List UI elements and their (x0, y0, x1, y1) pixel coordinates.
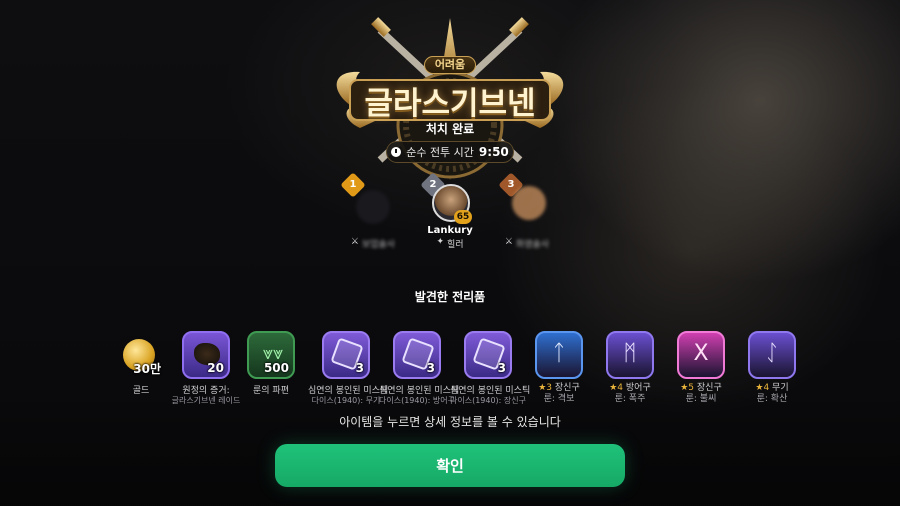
staff-icon: ✦ (436, 237, 444, 247)
rune-effect: 룬: 격보 (543, 394, 575, 404)
battle-time-label: 순수 전투 시간 (406, 146, 474, 159)
level-badge: 65 (454, 210, 472, 224)
rune-effect: 룬: 불씨 (685, 394, 717, 404)
mystic-dice-icon: 3 (393, 331, 441, 379)
battle-time: 순수 전투 시간 9:50 (386, 141, 514, 163)
rune-name: ★4 방어구 (609, 383, 651, 393)
raid-proof-icon: 20 (182, 331, 230, 379)
rune-fragment-icon: ⩔⩔ 500 (247, 331, 295, 379)
class-icon: ⚔ (504, 237, 513, 247)
rune-icon: X (677, 331, 725, 379)
item-subname: 글라스기브넨 레이드 (171, 396, 241, 405)
boss-name: 글라스기브넨 (364, 86, 536, 122)
item-subname: 다이스(1940): 무기 (311, 396, 381, 405)
member-class: ⚔ 화염술사 (504, 237, 550, 250)
hint-text: 아이템을 누르면 상세 정보를 볼 수 있습니다 (339, 415, 561, 429)
loot-title: 발견한 전리품 (414, 290, 486, 304)
rune-name: ★4 무기 (755, 383, 789, 393)
rune-effect: 룬: 확산 (756, 394, 788, 404)
rune-name: ★3 장신구 (538, 383, 580, 393)
item-name: 룬의 파편 (253, 386, 289, 396)
clear-status: 처치 완료 (425, 122, 475, 136)
rune-name: ★5 장신구 (680, 383, 722, 393)
item-subname: 다이스(1940): 장신구 (450, 396, 526, 405)
member-name: Lankury (427, 225, 473, 236)
rune-icon: ᛗ (606, 331, 654, 379)
difficulty-badge: 어려움 (424, 56, 476, 74)
battle-time-value: 9:50 (478, 145, 509, 159)
rune-icon: ᛏ (535, 331, 583, 379)
mystic-dice-icon: 3 (464, 331, 512, 379)
avatar (512, 186, 546, 220)
item-subname: 다이스(1940): 방어구 (379, 396, 455, 405)
gold-coin-icon: 30만 (117, 331, 165, 379)
avatar (356, 190, 390, 224)
loot-list: 30만 골드 20 원정의 증거: 글라스기브넨 레이드 ⩔⩔ 500 룬의 파… (111, 331, 801, 411)
clock-icon (391, 147, 402, 157)
confirm-button[interactable]: 확인 (275, 444, 625, 487)
class-icon: ⚔ (350, 237, 359, 247)
raid-emblem: 어려움 글라스기브넨 처치 완료 순수 전투 시간 9:50 (320, 10, 580, 190)
rune-icon: ᛇ (748, 331, 796, 379)
rune-effect: 룬: 폭주 (614, 394, 646, 404)
mystic-dice-icon: 3 (322, 331, 370, 379)
